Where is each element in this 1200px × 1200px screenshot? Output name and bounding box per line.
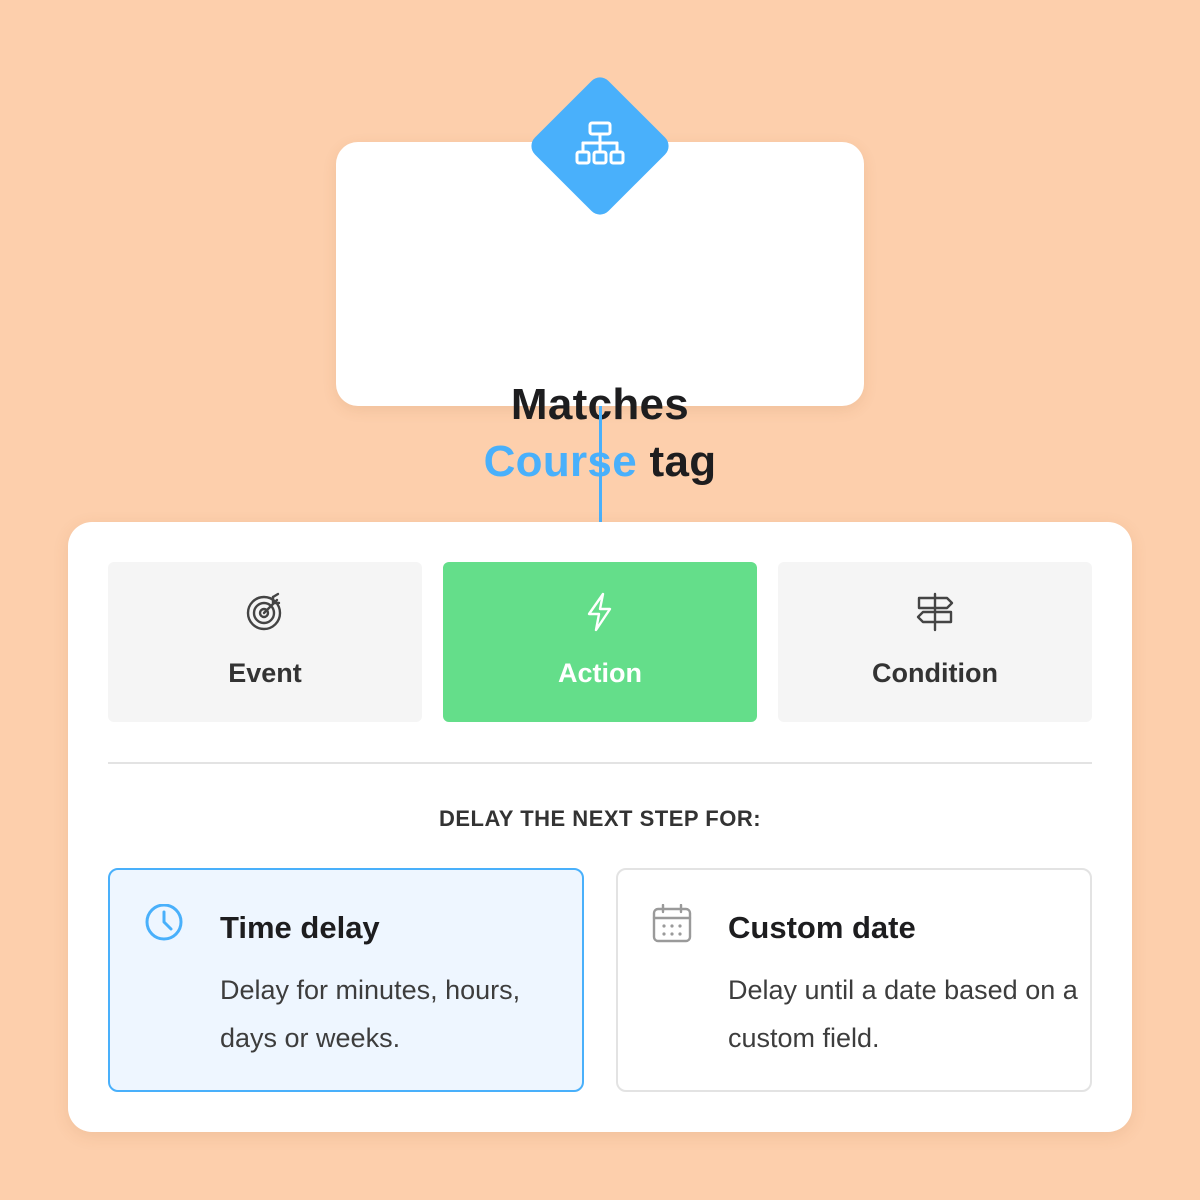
trigger-tag-name: Course [483, 437, 637, 486]
clock-icon [145, 904, 183, 941]
tab-condition-label: Condition [872, 658, 998, 688]
delay-section-heading: DELAY THE NEXT STEP FOR: [438, 806, 762, 831]
tab-action-label: Action [558, 658, 642, 688]
calendar-icon [652, 904, 692, 943]
signpost-icon [916, 592, 954, 632]
option-custom-date-description: Delay until a date based on a custom fie… [728, 975, 1078, 1053]
target-icon [246, 592, 282, 631]
section-divider [108, 762, 1092, 764]
option-time-delay-description: Delay for minutes, hours, days or weeks. [220, 975, 521, 1053]
flow-connector-line [599, 406, 602, 522]
tab-condition[interactable]: Condition [778, 562, 1092, 722]
option-custom-date-title: Custom date [728, 910, 916, 945]
tab-event-label: Event [228, 658, 302, 688]
option-custom-date[interactable]: Custom date Delay until a date based on … [616, 868, 1092, 1092]
option-time-delay-title: Time delay [220, 910, 380, 945]
option-time-delay[interactable]: Time delay Delay for minutes, hours, day… [108, 868, 584, 1092]
sitemap-icon [575, 121, 625, 165]
step-panel: Event Action Condition DELAY THE NEXT ST… [68, 522, 1132, 1132]
tab-action[interactable]: Action [443, 562, 757, 722]
trigger-tag-label: tag [649, 437, 717, 486]
lightning-icon [587, 592, 612, 632]
tab-event[interactable]: Event [108, 562, 422, 722]
